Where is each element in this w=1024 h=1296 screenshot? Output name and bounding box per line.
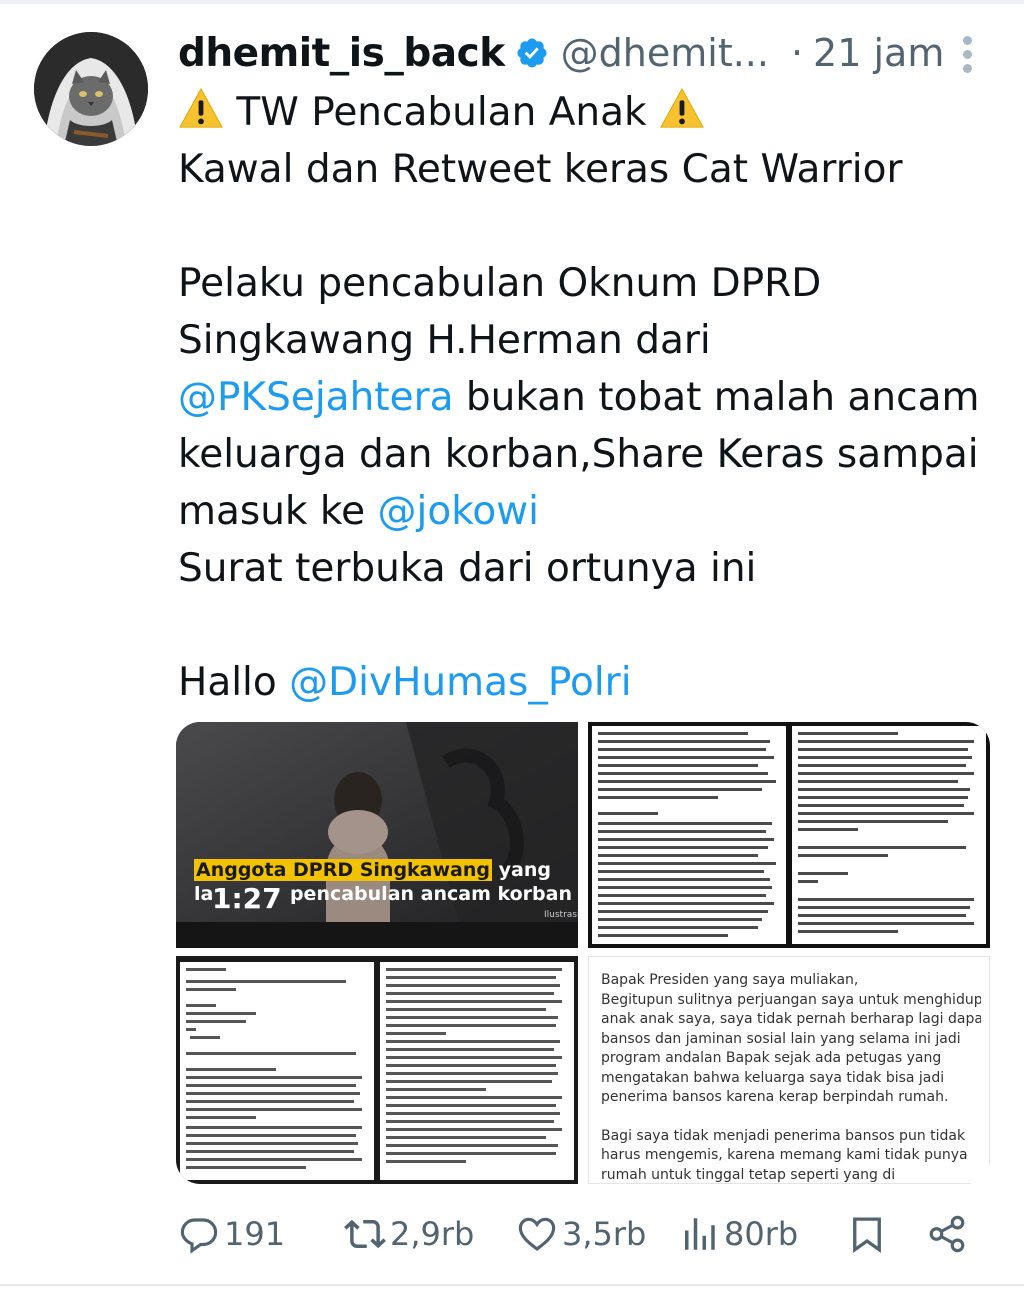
video-caption-rest: yang xyxy=(492,859,551,881)
hooded-cat-avatar-icon xyxy=(34,32,148,146)
video-thumbnail[interactable]: Anggota DPRD Singkawang yang la pencabul… xyxy=(176,722,578,948)
more-options-icon[interactable] xyxy=(956,36,978,80)
share-icon xyxy=(929,1215,965,1253)
top-divider xyxy=(0,0,1024,4)
warning-icon xyxy=(179,87,223,128)
bottom-divider xyxy=(0,1284,1024,1286)
view-count: 80rb xyxy=(724,1215,799,1253)
warning-icon xyxy=(660,87,704,128)
letter-line: rumah untuk tinggal tetap seperti yang d… xyxy=(601,1166,896,1183)
tweet-timestamp[interactable]: 21 jam xyxy=(813,31,944,75)
video-duration: 1:27 xyxy=(212,882,282,915)
author-handle[interactable]: @dhemit... xyxy=(561,31,769,75)
tweet-text: TW Pencabulan Anak Kawal dan Retweet ker… xyxy=(178,84,1008,711)
reply-count: 191 xyxy=(224,1215,286,1253)
retweet-button[interactable]: 2,9rb xyxy=(344,1206,474,1262)
bookmark-icon xyxy=(853,1217,881,1253)
tweet-line-7: masuk ke @jokowi xyxy=(178,483,1008,540)
views-chart-icon xyxy=(685,1218,715,1250)
reply-icon xyxy=(180,1218,218,1254)
tweet-line-1-text: TW Pencabulan Anak xyxy=(236,90,647,135)
views-button[interactable]: 80rb xyxy=(678,1206,798,1262)
letter-line: penerima bansos karena kerap berpindah r… xyxy=(601,1089,949,1105)
letter-text-lines xyxy=(598,732,974,937)
mention-divhumas-polri-link[interactable]: @DivHumas_Polri xyxy=(289,660,631,705)
retweet-icon xyxy=(344,1219,386,1249)
author-display-name[interactable]: dhemit_is_back xyxy=(178,31,505,76)
like-button[interactable]: 3,5rb xyxy=(516,1206,646,1262)
letter-line: Begitupun sulitnya perjuangan saya untuk… xyxy=(601,991,981,1008)
tweet-line-9: Hallo @DivHumas_Polri xyxy=(178,654,1008,711)
tweet-line-6: keluarga dan korban,Share Keras sampai xyxy=(178,432,979,477)
bookmark-button[interactable] xyxy=(846,1206,888,1262)
media-grid: Anggota DPRD Singkawang yang la pencabul… xyxy=(176,722,990,1184)
video-watermark: Ilustrasi xyxy=(544,910,578,920)
tweet-header: dhemit_is_back @dhemit... · 21 jam xyxy=(178,28,944,78)
tweet-line-4: Singkawang H.Herman dari xyxy=(178,318,711,363)
letter-line: mengatakan bahwa keluarga saya tidak bis… xyxy=(601,1069,945,1086)
reply-button[interactable]: 191 xyxy=(178,1206,285,1262)
letter-line: program andalan Bapak sejak ada petugas … xyxy=(601,1050,942,1066)
video-caption-line2-post: pencabulan ancam korban xyxy=(283,883,572,905)
letter-line: Bagi saya tidak menjadi penerima bansos … xyxy=(601,1127,966,1144)
tweet-line-5-text: bukan tobat malah ancam xyxy=(453,375,980,420)
letter-line: Bapak Presiden yang saya muliakan, xyxy=(601,972,859,988)
letter-excerpt-image[interactable]: Bapak Presiden yang saya muliakan, Begit… xyxy=(588,956,990,1184)
letter-line: bansos dan jaminan sosial lain yang sela… xyxy=(601,1030,961,1047)
tweet-line-3: Pelaku pencabulan Oknum DPRD xyxy=(178,261,822,306)
letter-pages-image[interactable] xyxy=(588,722,990,948)
letter-line: anak anak saya, saya tidak pernah berhar… xyxy=(601,1011,981,1027)
letter-excerpt-text: Bapak Presiden yang saya muliakan, Begit… xyxy=(601,971,981,1183)
share-button[interactable] xyxy=(926,1206,968,1262)
author-avatar[interactable] xyxy=(34,32,148,146)
tweet-line-7-text: masuk ke xyxy=(178,489,378,534)
tweet-line-5: @PKSejahtera bukan tobat malah ancam xyxy=(178,369,1008,426)
open-letter-scan-image[interactable] xyxy=(176,956,578,1184)
mention-pksejahtera-link[interactable]: @PKSejahtera xyxy=(178,375,454,420)
video-caption-highlight: Anggota DPRD Singkawang xyxy=(194,859,492,881)
letter-line xyxy=(601,1108,981,1127)
tweet-actions-bar: 191 2,9rb 3,5rb 80rb xyxy=(178,1206,978,1262)
verified-badge-icon xyxy=(515,36,549,70)
scan-text-lines xyxy=(186,968,562,1169)
retweet-count: 2,9rb xyxy=(390,1215,475,1253)
tweet-line-1: TW Pencabulan Anak xyxy=(178,84,1008,141)
tweet-line-8: Surat terbuka dari ortunya ini xyxy=(178,546,757,591)
letter-line: harus mengemis, karena memang kami tidak… xyxy=(601,1147,968,1163)
heart-icon xyxy=(518,1217,556,1252)
tweet-line-9-text: Hallo xyxy=(178,660,290,705)
like-count: 3,5rb xyxy=(562,1215,647,1253)
mention-jokowi-link[interactable]: @jokowi xyxy=(378,489,539,534)
video-caption-line2-pre: la xyxy=(194,883,214,905)
tweet-line-2: Kawal dan Retweet keras Cat Warrior xyxy=(178,147,903,192)
separator-dot: · xyxy=(790,31,804,75)
